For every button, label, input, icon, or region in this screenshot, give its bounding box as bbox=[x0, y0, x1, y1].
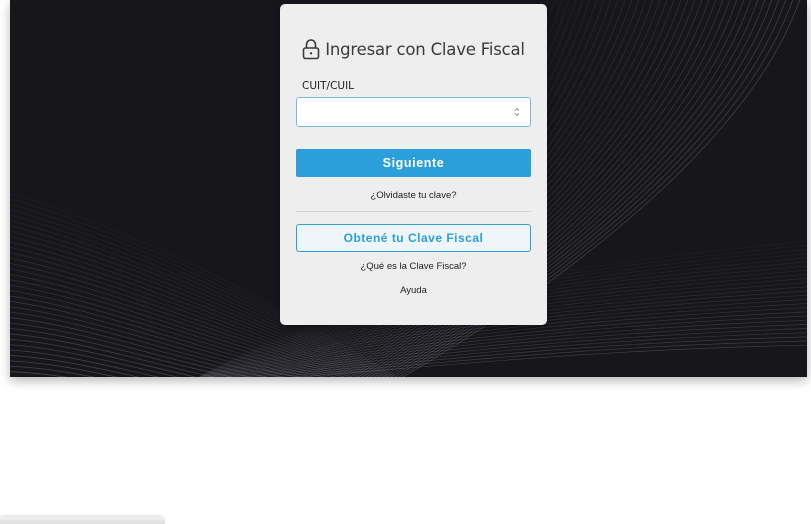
get-fiscal-key-button[interactable]: Obtené tu Clave Fiscal bbox=[296, 224, 531, 252]
login-title-text: Ingresar con Clave Fiscal bbox=[325, 39, 525, 59]
forgot-password-link[interactable]: ¿Olvidaste tu clave? bbox=[280, 190, 547, 201]
taskbar-fragment bbox=[0, 517, 165, 524]
get-fiscal-key-button-label: Obtené tu Clave Fiscal bbox=[343, 231, 484, 245]
what-is-fiscal-key-link[interactable]: ¿Qué es la Clave Fiscal? bbox=[280, 261, 547, 272]
login-title: Ingresar con Clave Fiscal bbox=[280, 38, 547, 60]
divider bbox=[296, 211, 531, 212]
cuit-label: CUIT/CUIL bbox=[302, 80, 355, 92]
login-card: Ingresar con Clave Fiscal CUIT/CUIL Sigu… bbox=[280, 4, 547, 325]
lock-icon bbox=[302, 39, 320, 60]
page: Ingresar con Clave Fiscal CUIT/CUIL Sigu… bbox=[0, 0, 811, 524]
help-link[interactable]: Ayuda bbox=[280, 285, 547, 296]
cuit-input-container[interactable] bbox=[296, 97, 531, 127]
spinner-arrows-icon[interactable] bbox=[514, 106, 520, 118]
cuit-input[interactable] bbox=[297, 98, 507, 126]
next-button[interactable]: Siguiente bbox=[296, 149, 531, 177]
next-button-label: Siguiente bbox=[382, 156, 445, 170]
